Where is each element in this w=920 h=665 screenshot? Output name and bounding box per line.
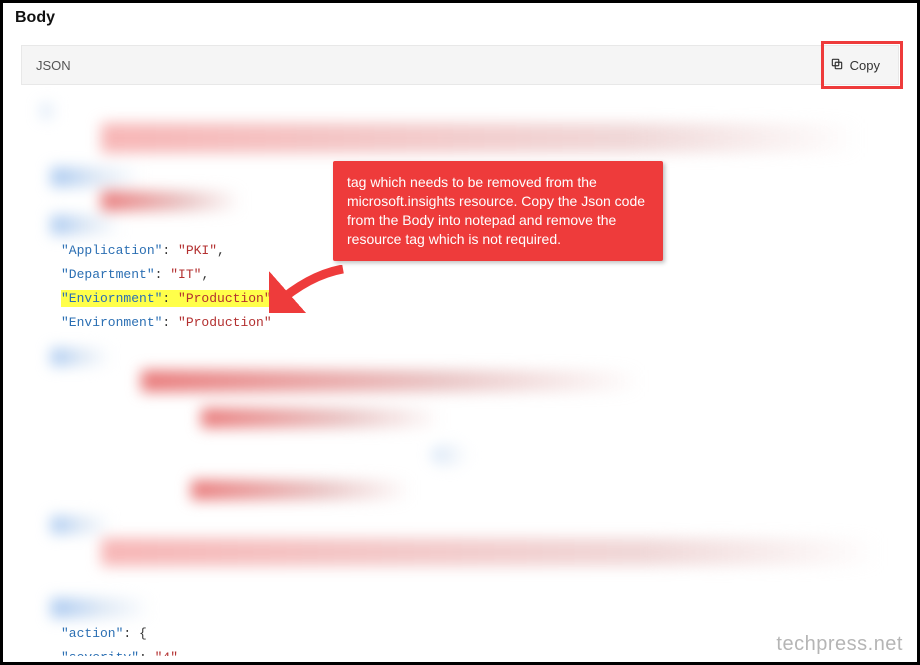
code-line: "Department": "IT", xyxy=(61,265,883,285)
copy-icon xyxy=(830,57,844,74)
panel-header: JSON Copy xyxy=(21,45,899,85)
code-line: "severity": "4", xyxy=(61,648,883,656)
annotation-text: tag which needs to be removed from the m… xyxy=(347,174,645,247)
json-panel: JSON Copy xyxy=(21,45,899,656)
copy-button-label: Copy xyxy=(850,58,880,73)
window-frame: Body JSON Copy xyxy=(0,0,920,665)
code-line: "action": { xyxy=(37,624,883,644)
code-line: "Environment": "Production" xyxy=(61,313,883,333)
code-line-highlighted: "Enviornment": "Production", xyxy=(61,289,883,309)
language-label: JSON xyxy=(36,58,71,73)
annotation-callout: tag which needs to be removed from the m… xyxy=(333,161,663,261)
copy-button[interactable]: Copy xyxy=(822,53,888,78)
blurred-code-block xyxy=(61,348,883,618)
watermark: techpress.net xyxy=(776,633,903,656)
page-title: Body xyxy=(15,9,55,27)
